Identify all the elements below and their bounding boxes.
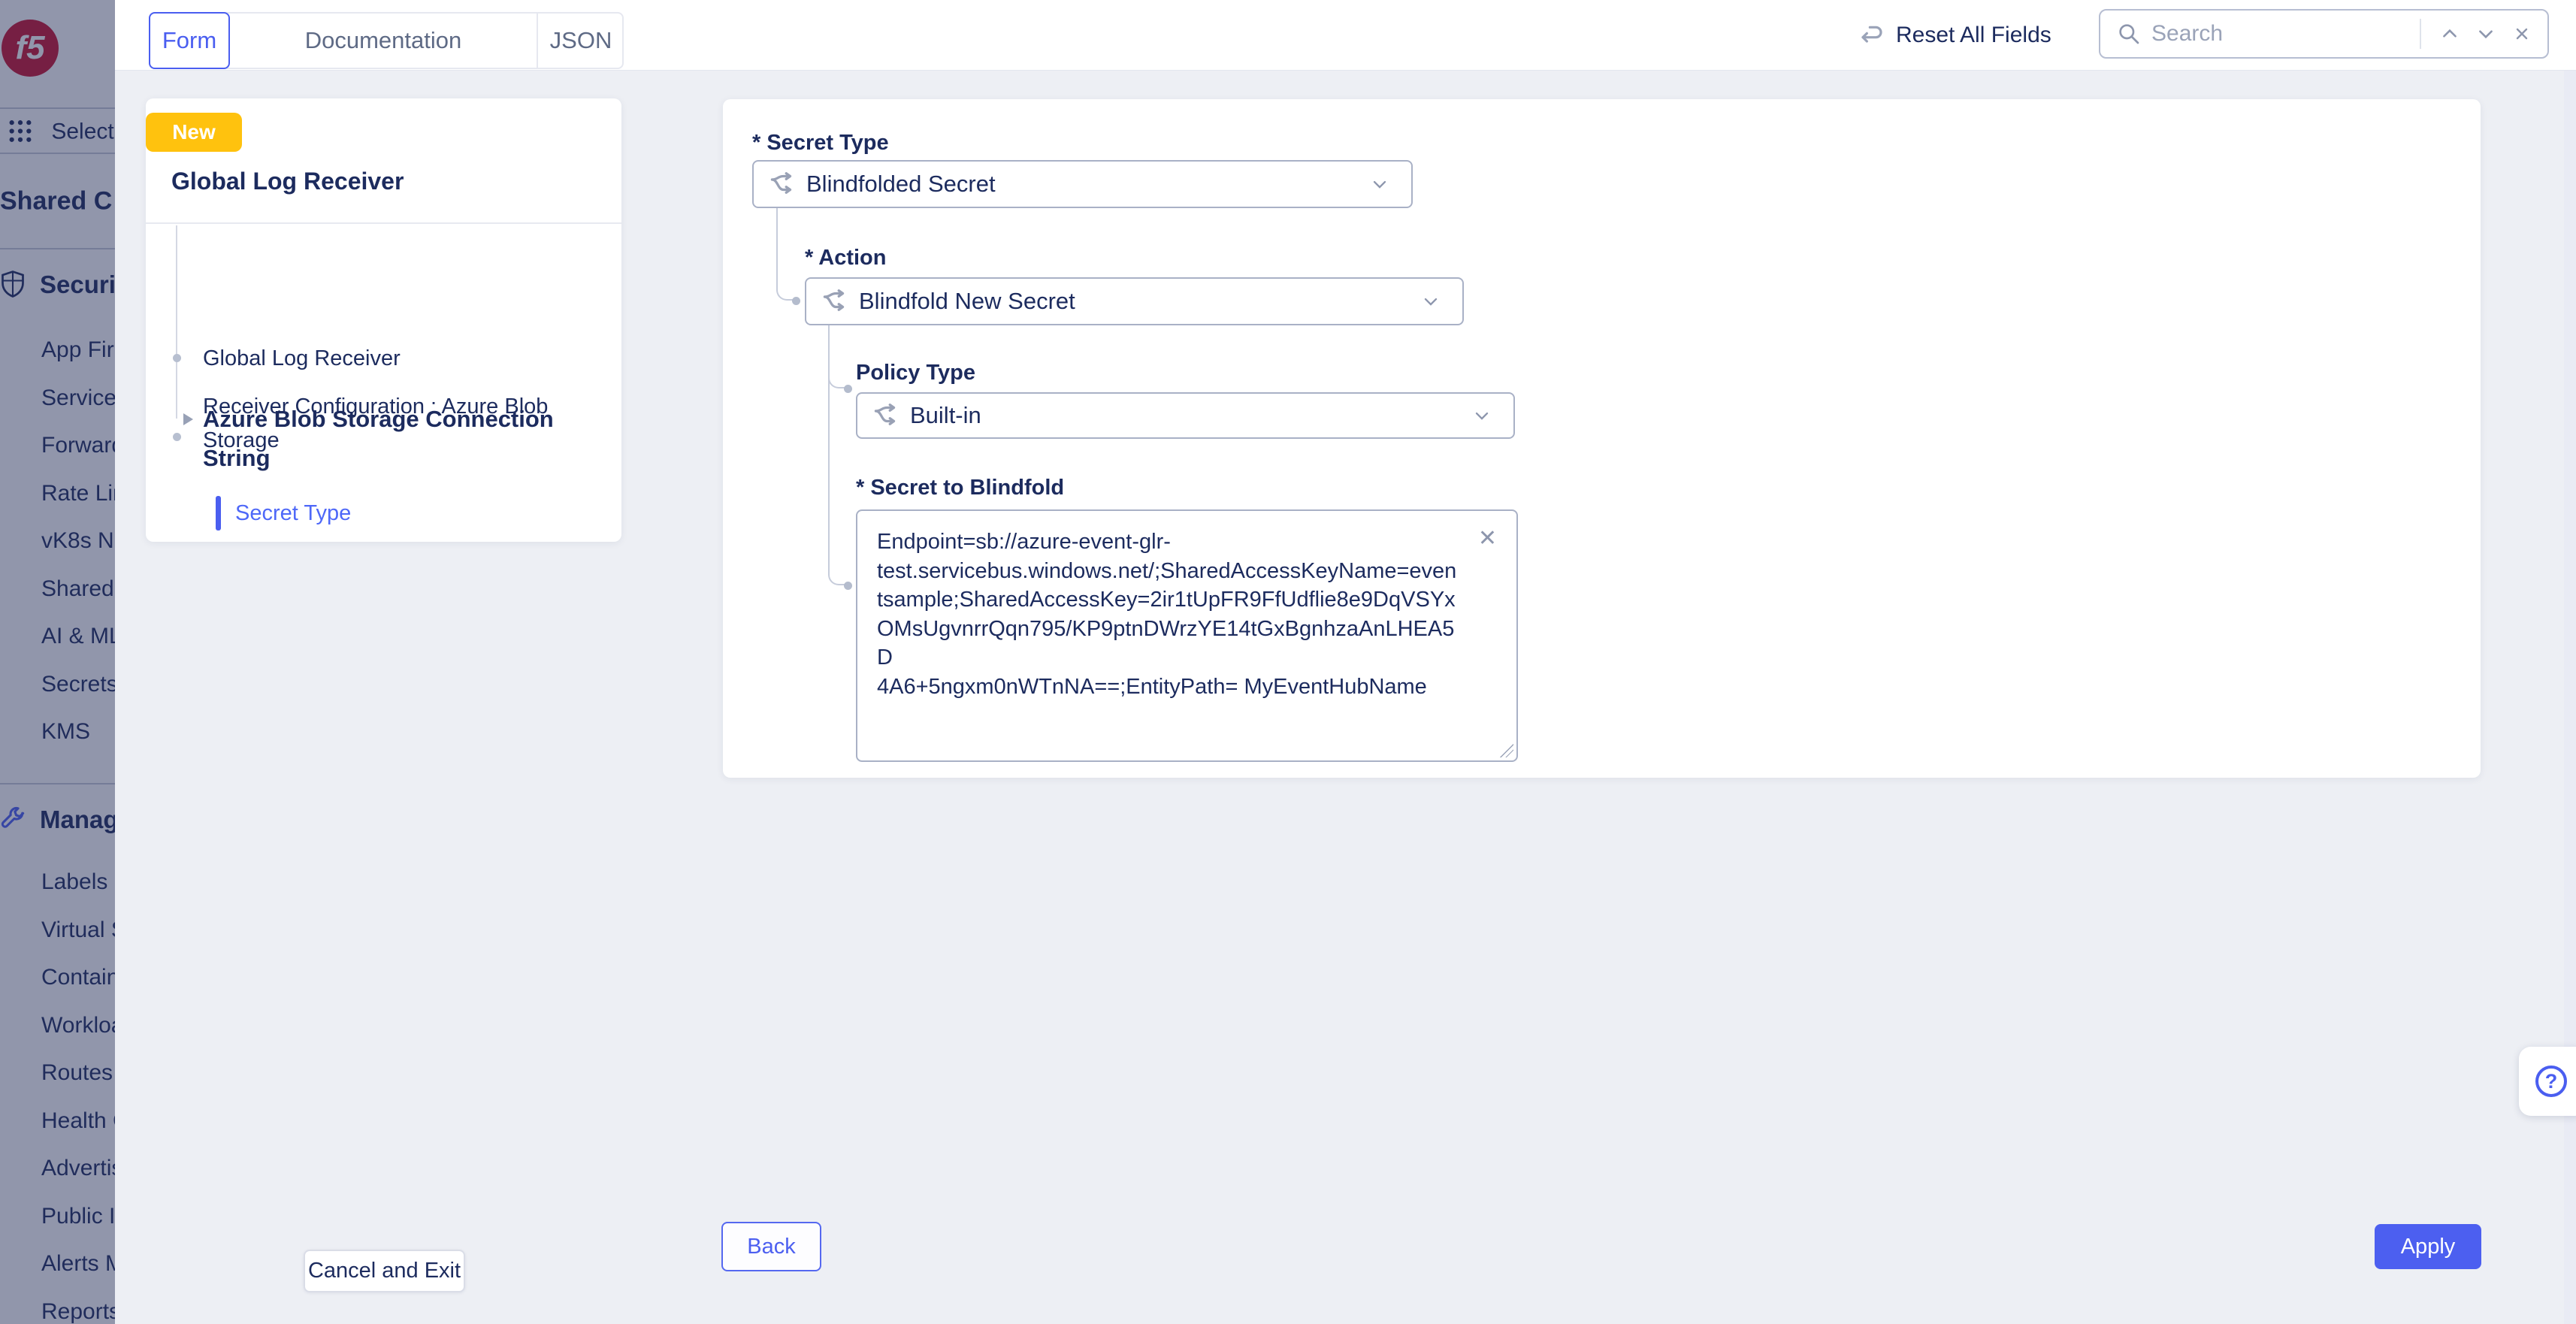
connector-dot — [844, 385, 852, 393]
status-badge-new: New — [146, 113, 242, 152]
search-previous-button[interactable] — [2432, 16, 2468, 52]
branch-icon — [872, 402, 899, 429]
clear-field-icon[interactable]: ✕ — [1478, 527, 1497, 550]
search-icon — [2117, 22, 2141, 46]
tree-connector-line — [176, 225, 177, 419]
active-field-marker — [216, 496, 221, 531]
form-panel: * Secret Type Blindfolded Secret * Actio… — [723, 99, 2481, 778]
action-value: Blindfold New Secret — [859, 288, 1075, 315]
cancel-and-exit-button[interactable]: Cancel and Exit — [304, 1250, 465, 1292]
search-box[interactable]: Search — [2099, 9, 2549, 59]
policy-type-value: Built-in — [910, 402, 981, 429]
divider — [146, 222, 621, 224]
branch-icon — [821, 288, 848, 315]
chevron-down-icon — [2476, 24, 2496, 44]
question-mark-icon: ? — [2535, 1066, 2567, 1097]
wizard-substep-secret-type[interactable]: Secret Type — [235, 501, 351, 526]
search-next-button[interactable] — [2468, 16, 2504, 52]
chevron-up-icon — [2440, 24, 2460, 44]
chevron-down-icon — [1420, 291, 1441, 312]
back-button[interactable]: Back — [721, 1222, 821, 1271]
undo-arrow-icon — [1860, 24, 1884, 47]
secret-type-select[interactable]: Blindfolded Secret — [752, 160, 1413, 208]
secret-to-blindfold-textarea[interactable]: Endpoint=sb://azure-event-glr- test.serv… — [856, 509, 1518, 762]
secret-type-label: * Secret Type — [752, 131, 889, 156]
connector-dot — [792, 297, 800, 305]
chevron-down-icon — [1471, 405, 1492, 426]
branch-icon — [769, 171, 796, 198]
field-connector — [776, 208, 796, 301]
wizard-title: Global Log Receiver — [171, 168, 404, 195]
help-button[interactable]: ? — [2519, 1047, 2576, 1116]
apply-button[interactable]: Apply — [2375, 1224, 2481, 1269]
action-select[interactable]: Blindfold New Secret — [805, 277, 1464, 325]
tab-form[interactable]: Form — [149, 12, 230, 69]
policy-type-select[interactable]: Built-in — [856, 392, 1515, 439]
close-icon — [2513, 25, 2531, 43]
wizard-topbar: Documentation JSON Form Reset All Fields… — [115, 0, 2576, 71]
divider — [2420, 19, 2421, 49]
view-tabs: Documentation JSON Form — [149, 12, 624, 69]
secret-type-value: Blindfolded Secret — [806, 171, 996, 198]
step-bullet — [173, 433, 181, 441]
action-label: * Action — [805, 246, 886, 271]
search-input[interactable]: Search — [2151, 21, 2420, 47]
connector-dot — [844, 582, 852, 590]
secret-to-blindfold-value: Endpoint=sb://azure-event-glr- test.serv… — [877, 527, 1463, 701]
active-step-arrow-icon — [183, 413, 193, 425]
reset-all-fields-label: Reset All Fields — [1896, 23, 2051, 48]
tab-json[interactable]: JSON — [537, 14, 625, 68]
chevron-down-icon — [1369, 174, 1390, 195]
tab-documentation[interactable]: Documentation — [230, 14, 537, 68]
wizard-step-global-log-receiver[interactable]: Global Log Receiver — [203, 342, 601, 376]
wizard-step-connection-string[interactable]: Azure Blob Storage Connection String — [203, 400, 601, 478]
search-close-button[interactable] — [2504, 16, 2540, 52]
modal-dim-overlay — [0, 0, 115, 1324]
reset-all-fields-button[interactable]: Reset All Fields — [1860, 14, 2051, 57]
field-connector — [828, 325, 848, 388]
resize-handle[interactable] — [1500, 744, 1513, 757]
policy-type-label: Policy Type — [856, 361, 975, 385]
step-bullet — [173, 354, 181, 362]
scrollbar[interactable] — [2564, 71, 2576, 1324]
wizard-nav-panel: New Global Log Receiver Global Log Recei… — [146, 98, 621, 542]
secret-to-blindfold-label: * Secret to Blindfold — [856, 476, 1064, 500]
